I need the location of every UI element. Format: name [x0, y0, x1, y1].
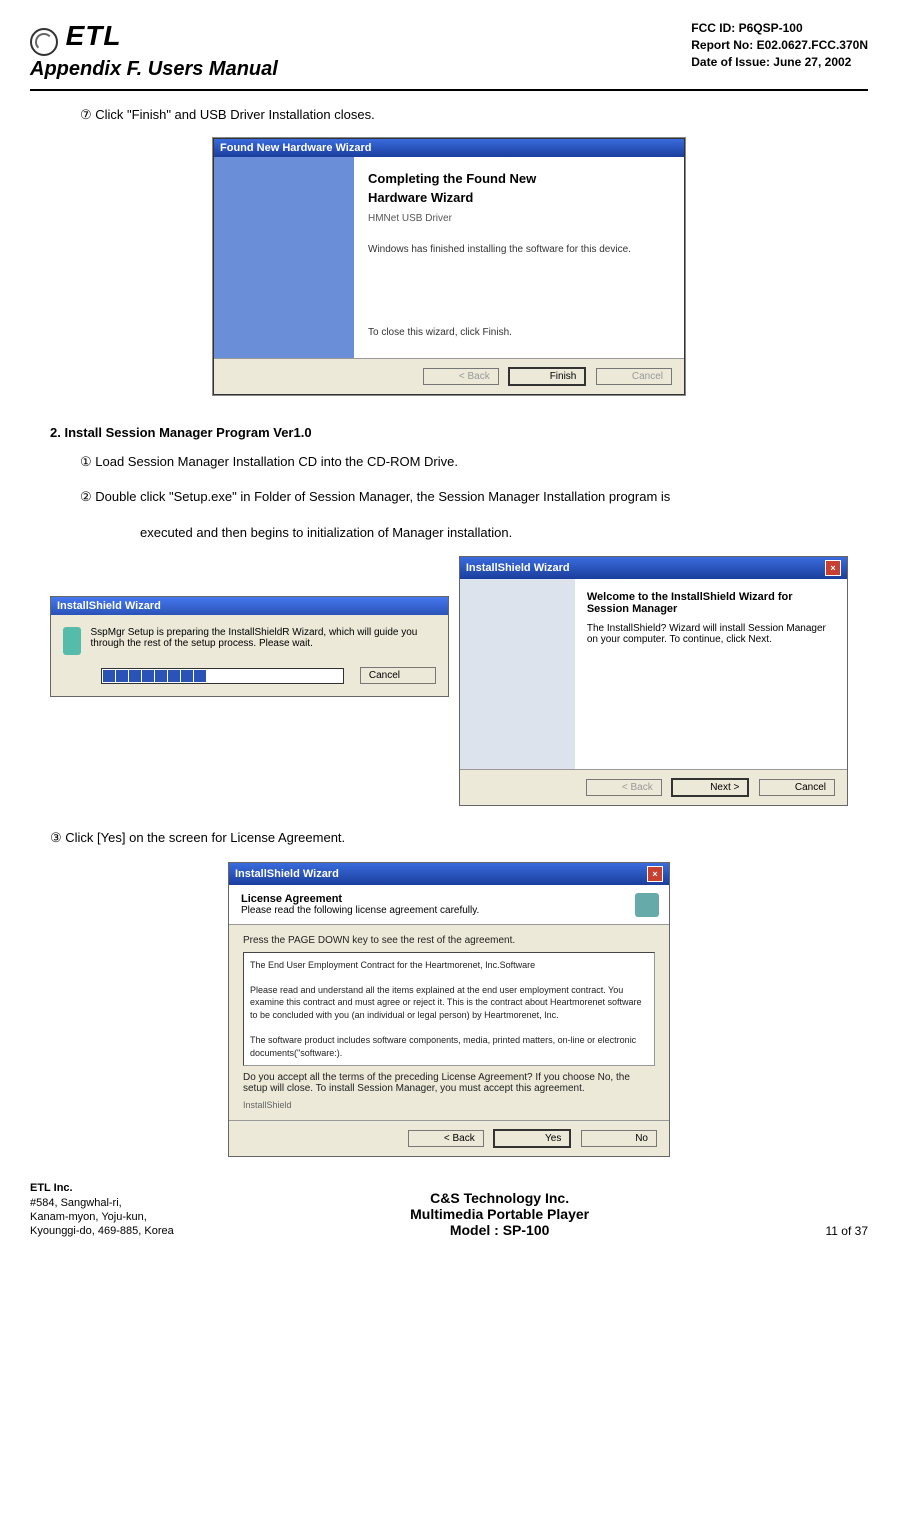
license-header-title: License Agreement	[241, 893, 657, 905]
finish-button[interactable]: Finish	[508, 367, 586, 386]
prep-dialog: InstallShield Wizard SspMgr Setup is pre…	[50, 596, 449, 697]
welcome-back-button: < Back	[586, 779, 662, 796]
footer-center: C&S Technology Inc. Multimedia Portable …	[410, 1190, 589, 1238]
date-of-issue: Date of Issue: June 27, 2002	[691, 54, 868, 71]
footer-company: ETL Inc.	[30, 1181, 174, 1195]
welcome-main: Welcome to the InstallShield Wizard for …	[575, 579, 847, 769]
welcome-titlebar-text: InstallShield Wizard	[466, 562, 570, 574]
two-screenshot-row: InstallShield Wizard SspMgr Setup is pre…	[50, 556, 848, 806]
report-no: Report No: E02.0627.FCC.370N	[691, 37, 868, 54]
license-instruction: Press the PAGE DOWN key to see the rest …	[243, 935, 655, 946]
license-titlebar: InstallShield Wizard ×	[229, 863, 669, 885]
wizard-title-line1: Completing the Found New	[368, 171, 670, 186]
logo-text: ETL	[66, 20, 122, 51]
cancel-button: Cancel	[596, 368, 672, 385]
license-text-box[interactable]: The End User Employment Contract for the…	[243, 952, 655, 1067]
prep-titlebar: InstallShield Wizard	[51, 597, 448, 615]
appendix-title: Appendix F. Users Manual	[30, 58, 278, 81]
license-body: Press the PAGE DOWN key to see the rest …	[229, 925, 669, 1121]
prep-titlebar-text: InstallShield Wizard	[57, 600, 161, 612]
footer-center2: Multimedia Portable Player	[410, 1206, 589, 1222]
license-titlebar-text: InstallShield Wizard	[235, 868, 339, 880]
installshield-icon	[635, 893, 659, 917]
page-number: 11 of 37	[826, 1224, 868, 1238]
footer-addr1: #584, Sangwhal-ri,	[30, 1196, 174, 1210]
license-header-sub: Please read the following license agreem…	[241, 905, 657, 916]
close-icon[interactable]: ×	[647, 866, 663, 882]
license-no-button[interactable]: No	[581, 1130, 657, 1147]
welcome-body: Welcome to the InstallShield Wizard for …	[460, 579, 847, 769]
welcome-title: Welcome to the InstallShield Wizard for …	[587, 591, 835, 615]
wizard-body-text: Windows has finished installing the soft…	[368, 244, 670, 255]
logo-row: ETL	[30, 20, 278, 56]
page-content: ⑦ Click "Finish" and USB Driver Installa…	[50, 103, 848, 1158]
prep-cancel-button[interactable]: Cancel	[360, 667, 436, 684]
footer-center1: C&S Technology Inc.	[410, 1190, 589, 1206]
wizard-button-row: < Back Finish Cancel	[214, 358, 684, 394]
wizard-main: Completing the Found New Hardware Wizard…	[354, 157, 684, 358]
wizard-driver-name: HMNet USB Driver	[368, 213, 670, 224]
welcome-titlebar: InstallShield Wizard ×	[460, 557, 847, 579]
installshield-label: InstallShield	[243, 1100, 655, 1110]
installshield-icon	[63, 627, 81, 655]
header-right: FCC ID: P6QSP-100 Report No: E02.0627.FC…	[691, 20, 868, 70]
step-2-2: ② Double click "Setup.exe" in Folder of …	[80, 485, 848, 508]
wizard-titlebar-text: Found New Hardware Wizard	[220, 142, 371, 154]
progress-row: Cancel	[51, 667, 448, 696]
fcc-id: FCC ID: P6QSP-100	[691, 20, 868, 37]
footer-addr3: Kyounggi-do, 469-885, Korea	[30, 1224, 174, 1238]
logo-icon	[30, 28, 58, 56]
license-line1: The End User Employment Contract for the…	[250, 959, 648, 972]
welcome-next-button[interactable]: Next >	[671, 778, 749, 797]
license-line2: Please read and understand all the items…	[250, 984, 648, 1022]
wizard-sidebar-image	[214, 157, 354, 358]
prep-body: SspMgr Setup is preparing the InstallShi…	[51, 615, 448, 667]
wizard-found-new-hardware: Found New Hardware Wizard Completing the…	[213, 138, 685, 395]
license-line3: The software product includes software c…	[250, 1034, 648, 1059]
license-dialog: InstallShield Wizard × License Agreement…	[228, 862, 670, 1158]
license-header: License Agreement Please read the follow…	[229, 885, 669, 925]
footer-left: ETL Inc. #584, Sangwhal-ri, Kanam-myon, …	[30, 1181, 174, 1238]
welcome-sidebar-image	[460, 579, 575, 769]
footer-addr2: Kanam-myon, Yoju-kun,	[30, 1210, 174, 1224]
step-2-1: ① Load Session Manager Installation CD i…	[80, 450, 848, 473]
footer-center3: Model : SP-100	[410, 1222, 589, 1238]
section-2-heading: 2. Install Session Manager Program Ver1.…	[50, 425, 848, 440]
close-icon[interactable]: ×	[825, 560, 841, 576]
back-button: < Back	[423, 368, 499, 385]
wizard-body: Completing the Found New Hardware Wizard…	[214, 157, 684, 358]
license-yes-button[interactable]: Yes	[493, 1129, 571, 1148]
wizard-titlebar: Found New Hardware Wizard	[214, 139, 684, 157]
prep-text: SspMgr Setup is preparing the InstallShi…	[91, 627, 436, 655]
welcome-button-row: < Back Next > Cancel	[460, 769, 847, 805]
wizard-title-line2: Hardware Wizard	[368, 190, 670, 205]
step-2-2b: executed and then begins to initializati…	[80, 521, 848, 544]
page-header: ETL Appendix F. Users Manual FCC ID: P6Q…	[30, 20, 868, 91]
header-left: ETL Appendix F. Users Manual	[30, 20, 278, 81]
license-button-row: < Back Yes No	[229, 1120, 669, 1156]
step-2-3: ③ Click [Yes] on the screen for License …	[50, 826, 848, 849]
step-7: ⑦ Click "Finish" and USB Driver Installa…	[80, 103, 848, 126]
progress-bar	[101, 668, 344, 684]
license-accept-text: Do you accept all the terms of the prece…	[243, 1072, 655, 1094]
wizard-close-text: To close this wizard, click Finish.	[368, 327, 670, 338]
welcome-body-text: The InstallShield? Wizard will install S…	[587, 623, 835, 645]
license-back-button[interactable]: < Back	[408, 1130, 484, 1147]
welcome-dialog: InstallShield Wizard × Welcome to the In…	[459, 556, 848, 806]
welcome-cancel-button[interactable]: Cancel	[759, 779, 835, 796]
page-footer: ETL Inc. #584, Sangwhal-ri, Kanam-myon, …	[30, 1181, 868, 1238]
